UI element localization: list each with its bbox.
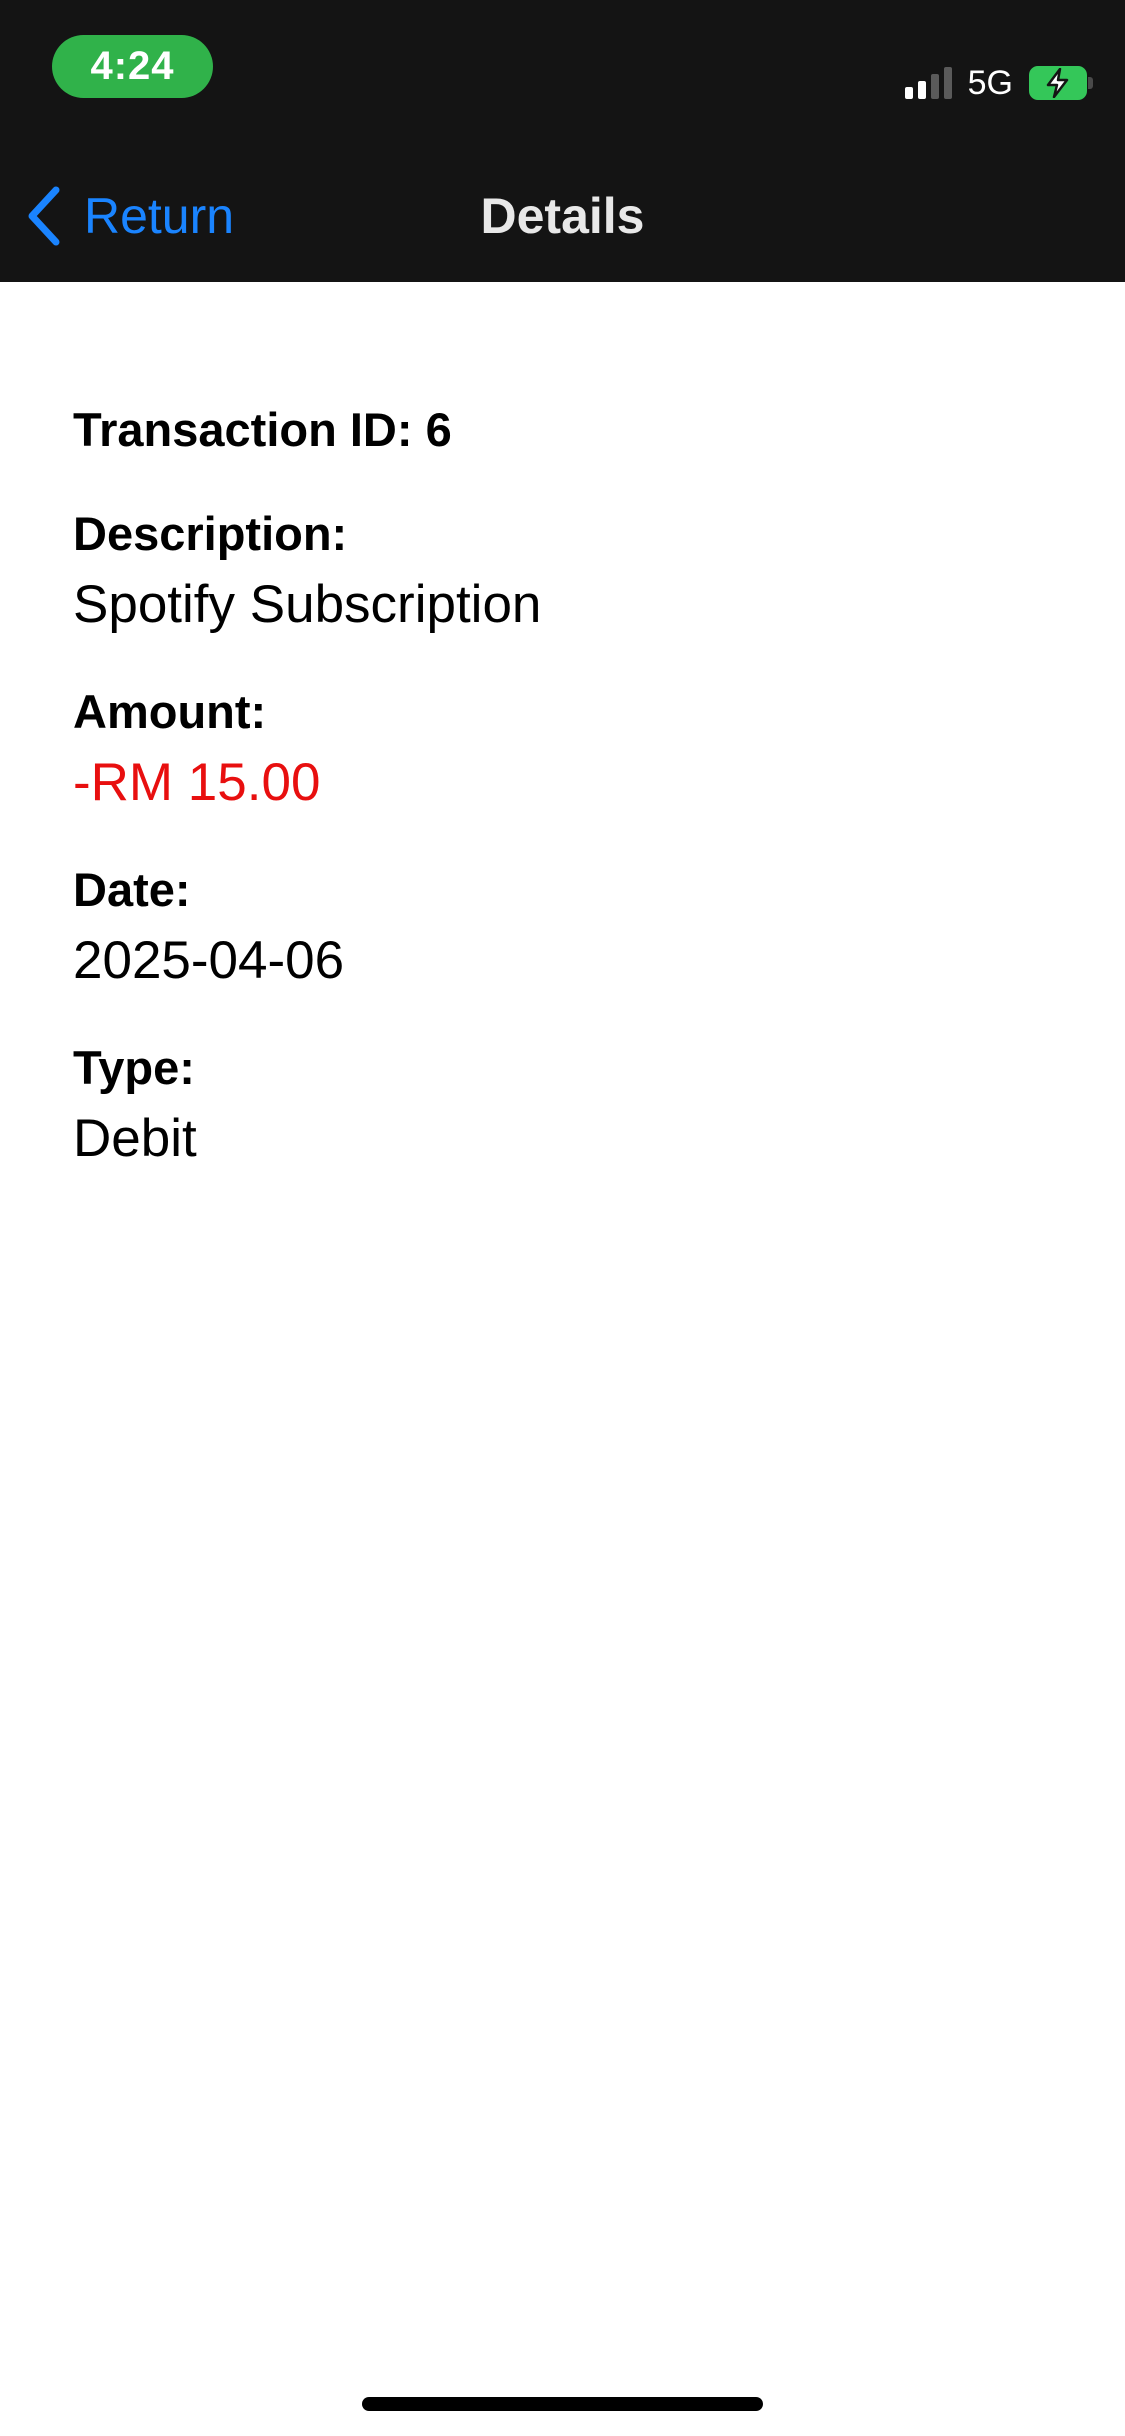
date-value: 2025-04-06 xyxy=(73,931,345,990)
chevron-left-icon xyxy=(28,186,60,246)
date-label: Date: xyxy=(73,863,191,916)
type-label: Type: xyxy=(73,1041,195,1094)
status-time[interactable]: 4:24 xyxy=(52,35,213,98)
top-bar: 4:24 5G Return Details xyxy=(0,0,1125,282)
description-field: Description: Spotify Subscription xyxy=(73,501,1053,643)
type-value: Debit xyxy=(73,1109,197,1168)
amount-field: Amount: -RM 15.00 xyxy=(73,679,1053,821)
amount-value: -RM 15.00 xyxy=(73,753,321,812)
network-type: 5G xyxy=(967,63,1013,102)
home-indicator[interactable] xyxy=(362,2397,763,2411)
back-button[interactable]: Return xyxy=(26,178,234,254)
transaction-details: Transaction ID: 6 Description: Spotify S… xyxy=(73,395,1053,1177)
cellular-signal-icon xyxy=(904,67,952,99)
screen: 4:24 5G Return Details Transaction ID: 6… xyxy=(0,0,1125,2436)
date-field: Date: 2025-04-06 xyxy=(73,857,1053,999)
battery-charging-icon xyxy=(1029,66,1093,100)
status-indicators: 5G xyxy=(904,58,1093,108)
description-label: Description: xyxy=(73,507,348,560)
transaction-id: Transaction ID: 6 xyxy=(73,403,452,456)
type-field: Type: Debit xyxy=(73,1035,1053,1177)
back-button-label: Return xyxy=(84,188,235,244)
amount-label: Amount: xyxy=(73,685,267,738)
description-value: Spotify Subscription xyxy=(73,575,542,634)
